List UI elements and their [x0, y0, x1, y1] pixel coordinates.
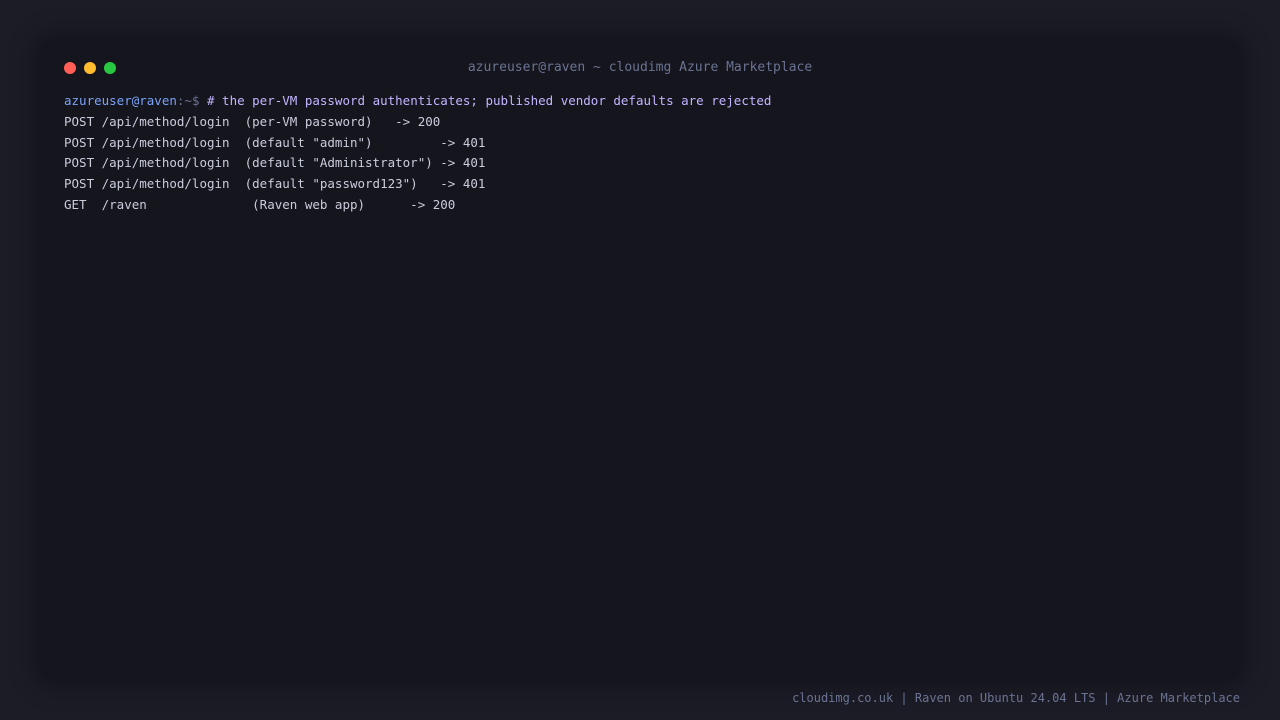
footer-caption: cloudimg.co.uk | Raven on Ubuntu 24.04 L…: [792, 691, 1240, 705]
prompt-user: azureuser@raven: [64, 93, 177, 108]
prompt-line: azureuser@raven:~$ # the per-VM password…: [64, 91, 1216, 112]
output-line: GET /raven (Raven web app) -> 200: [64, 196, 456, 212]
prompt-path: :~$: [176, 93, 207, 108]
output-line: POST /api/method/login (default "Adminis…: [64, 155, 486, 171]
command-text: # the per-VM password authenticates; pub…: [207, 93, 772, 108]
title-bar: azureuser@raven ~ cloudimg Azure Marketp…: [40, 40, 1240, 96]
output-line: POST /api/method/login (default "admin")…: [64, 134, 486, 150]
window-title: azureuser@raven ~ cloudimg Azure Marketp…: [467, 60, 813, 75]
terminal-output[interactable]: azureuser@raven:~$ # the per-VM password…: [64, 91, 1216, 216]
terminal-window: azureuser@raven ~ cloudimg Azure Marketp…: [40, 40, 1240, 680]
output-line: POST /api/method/login (per-VM password)…: [64, 113, 441, 129]
output-line: POST /api/method/login (default "passwor…: [64, 176, 486, 192]
